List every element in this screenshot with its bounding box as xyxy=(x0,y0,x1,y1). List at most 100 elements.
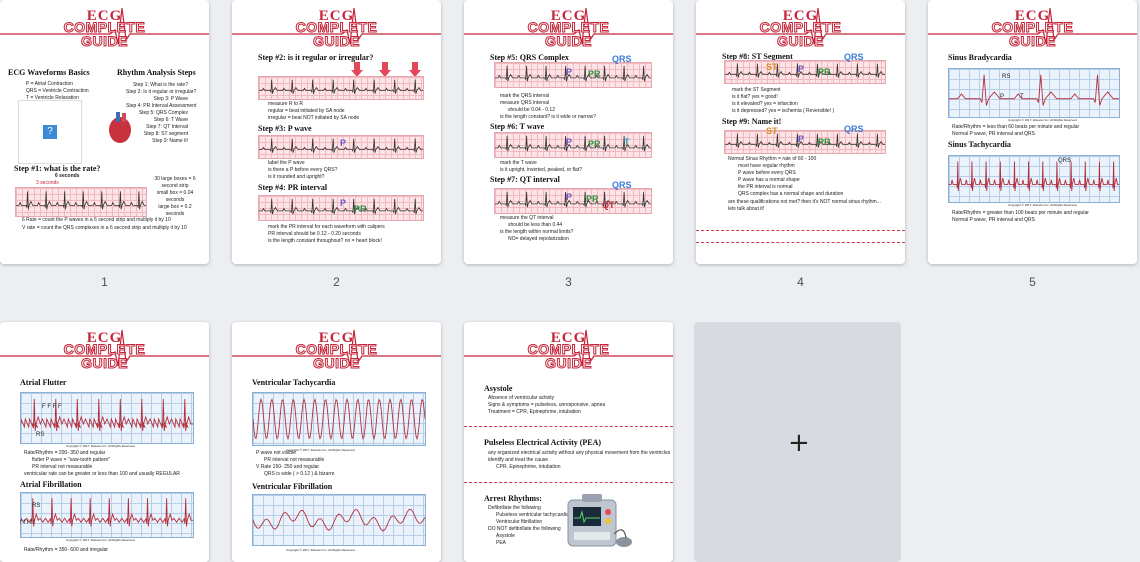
step7-bullet: measure the QT interval xyxy=(500,215,554,221)
rhythm-steps-list: Step 1: What is the rate? Step 2: Is it … xyxy=(126,82,196,145)
page-thumbnail-3[interactable]: ECG COMPLETE GUIDE Step #5: QRS Complex P… xyxy=(464,0,673,264)
rhythm-step: Step 5: QRS Complex xyxy=(138,110,188,116)
step7-bullet: should be less than 0.44 xyxy=(508,222,563,228)
st-label: ST xyxy=(766,126,778,136)
step9-bullet: P wave has a normal shape xyxy=(738,177,800,183)
heart-illustration xyxy=(109,112,131,143)
p-wave-label: P xyxy=(566,192,573,202)
page-thumbnail-8[interactable]: ECG COMPLETE GUIDE Asystole Absence of ve… xyxy=(464,322,673,562)
step6-title: Step #6: T wave xyxy=(490,122,545,131)
rhythm-step: Step 8: ST segment xyxy=(143,131,188,137)
page-number-4: 4 xyxy=(797,275,804,289)
step8-bullet: is it flat? yes = good! xyxy=(732,94,778,100)
step7-title: Step #7: QT interval xyxy=(490,175,560,184)
t-wave-label: T xyxy=(624,137,630,147)
step9-bullet: the PR interval is normal xyxy=(738,184,793,190)
step2-bullet: regular = beat initiated by SA node xyxy=(268,108,345,114)
ecg-strip-atrial-fibrillation xyxy=(20,492,194,538)
rhythm-step: Step 9: Name it! xyxy=(152,138,188,144)
ecg-trace xyxy=(949,74,1119,106)
step4-bullet: mark the PR interval for each waveform w… xyxy=(268,224,385,230)
copyright: Copyright © 2017, Elsevier Inc. All Righ… xyxy=(1008,203,1078,207)
p-wave-label: P xyxy=(566,67,573,77)
pea-bullet: identify and treat the cause xyxy=(488,457,549,463)
rs-label: RS xyxy=(36,432,45,438)
page-thumbnail-4[interactable]: ECG COMPLETE GUIDE Step #8: ST Segment ST… xyxy=(696,0,905,264)
rhythm-step: Step 7: QT Interval xyxy=(146,124,188,130)
page-thumbnail-5[interactable]: ECG COMPLETE GUIDE Sinus Bradycardia RS P… xyxy=(928,0,1137,264)
step8-bullet: mark the ST Segment xyxy=(732,87,781,93)
step4-bullet: is the length constant throughout? no = … xyxy=(268,238,382,244)
ecg-strip-regularity xyxy=(258,76,424,100)
page-thumbnail-1[interactable]: ECG COMPLETE GUIDE ECG Waveforms Basics P… xyxy=(0,0,209,264)
step5-bullet: mark the QRS interval xyxy=(500,93,550,99)
defibrillator-illustration xyxy=(567,494,632,547)
step9-title: Step #9: Name it! xyxy=(722,117,782,126)
ecg-guide-header: ECG COMPLETE GUIDE xyxy=(464,322,673,372)
sinus-tachycardia-title: Sinus Tachycardia xyxy=(948,140,1011,149)
step7-bullet: NO= delayed repolarization xyxy=(508,236,569,242)
qt-label: QT xyxy=(602,200,615,210)
header-complete-text: COMPLETE GUIDE xyxy=(295,341,378,371)
ecg-trace xyxy=(16,191,146,210)
header-complete-text: COMPLETE GUIDE xyxy=(63,341,146,371)
vtach-bullet: P wave not visible xyxy=(256,450,296,456)
pr-label: PR xyxy=(588,139,601,149)
step4-bullet: PR interval should be 0.12 - 0.20 second… xyxy=(268,231,361,237)
asystole-title: Asystole xyxy=(484,384,513,393)
rhythm-step: Step 1: What is the rate? xyxy=(132,82,188,88)
header-complete-text: COMPLETE GUIDE xyxy=(295,19,378,49)
arrest-bullet: Ventricular fibrillation xyxy=(496,519,543,525)
rhythm-steps-title: Rhythm Analysis Steps xyxy=(117,68,196,77)
step2-title: Step #2: is it regular or irregular? xyxy=(258,53,374,62)
step4-title: Step #4: PR interval xyxy=(258,183,328,192)
asystole-bullet: Absence of ventricular activity xyxy=(488,395,555,401)
ecg-trace xyxy=(725,63,885,78)
atrial-flutter-title: Atrial Flutter xyxy=(20,378,67,387)
ecg-guide-header: ECG COMPLETE GUIDE xyxy=(232,0,441,50)
down-arrow-icon xyxy=(379,62,391,77)
step8-bullet: is it depressed? yes = ischemia ( Revers… xyxy=(732,108,835,114)
step3-title: Step #3: P wave xyxy=(258,124,312,133)
qrs-label: QRS xyxy=(612,54,632,64)
page-thumbnail-6[interactable]: ECG COMPLETE GUIDE Atrial Flutter F F F F… xyxy=(0,322,209,562)
atrial-fibrillation-title: Atrial Fibrillation xyxy=(20,480,82,489)
ventricular-tachycardia-title: Ventricular Tachycardia xyxy=(252,378,336,387)
pr-label: PR xyxy=(586,194,599,204)
step3-bullet: is there a P before every QRS? xyxy=(268,167,338,173)
strip-notes: 30 large boxes = 6 second strip small bo… xyxy=(152,176,198,218)
page-thumbnail-7[interactable]: ECG COMPLETE GUIDE Ventricular Tachycardi… xyxy=(232,322,441,562)
strip-note: seconds xyxy=(165,197,185,203)
step6-bullet: mark the T wave xyxy=(500,160,537,166)
add-page-button[interactable]: + xyxy=(694,322,901,562)
ecg-strip-st xyxy=(724,60,886,84)
pr-label: PR xyxy=(354,204,367,214)
step9-bullet: P wave before every QRS xyxy=(738,170,796,176)
pr-label: PR xyxy=(818,137,831,147)
page-thumbnail-2[interactable]: ECG COMPLETE GUIDE Step #2: is it regular… xyxy=(232,0,441,264)
step1-title: Step #1: what is the rate? xyxy=(14,164,101,173)
ventricular-fibrillation-title: Ventricular Fibrillation xyxy=(252,482,333,491)
divider xyxy=(464,482,673,483)
ecg-strip-v-fib xyxy=(252,494,426,546)
copyright: Copyright © 2017, Elsevier Inc. All Righ… xyxy=(286,548,356,552)
header-complete-text: COMPLETE GUIDE xyxy=(63,19,146,49)
asystole-bullet: Signs & symptoms = pulseless, unresponsi… xyxy=(488,402,606,408)
pea-bullet: any organized electrical activity withou… xyxy=(488,450,671,456)
ecg-strip-tachycardia xyxy=(948,155,1120,203)
qrs-label: QRS xyxy=(1058,158,1072,164)
qrs-label: QRS xyxy=(844,52,864,62)
sinus-bradycardia-title: Sinus Bradycardia xyxy=(948,53,1012,62)
rs-label: RS xyxy=(32,503,41,509)
ecg-strip-qrs xyxy=(494,62,652,88)
header-complete-text: COMPLETE GUIDE xyxy=(527,341,610,371)
ecg-trace xyxy=(725,133,885,148)
pr-label: PR xyxy=(818,67,831,77)
p-label: P xyxy=(1000,94,1005,100)
step9-bullet: are these qualifications not met? then i… xyxy=(728,199,881,212)
step8-bullet: is it elevated? yes = infarction xyxy=(732,101,798,107)
ecg-guide-header: ECG COMPLETE GUIDE xyxy=(464,0,673,50)
step5-bullet: should be 0.04 - 0.12 xyxy=(508,107,555,113)
qrs-label: QRS xyxy=(844,124,864,134)
step3-bullet: label the P wave xyxy=(268,160,305,166)
